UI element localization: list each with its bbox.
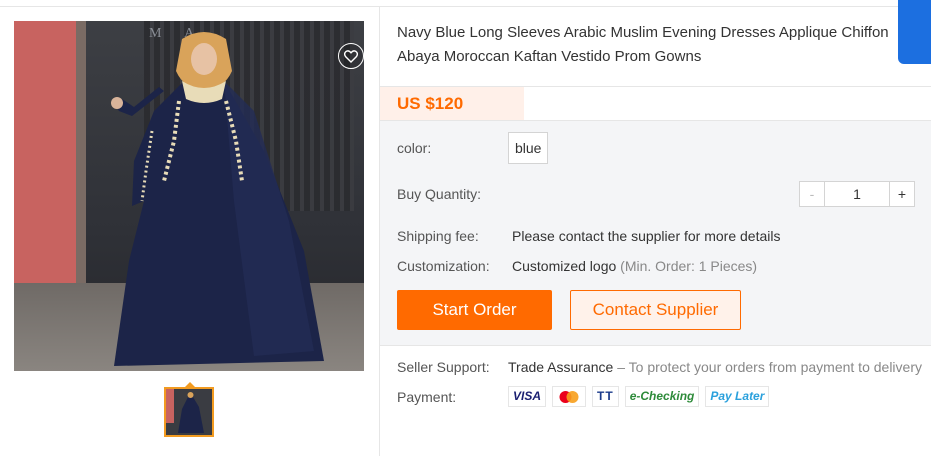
visa-icon: VISA: [508, 386, 547, 407]
side-floating-tab[interactable]: [898, 0, 931, 64]
seller-support-label: Seller Support:: [397, 359, 490, 375]
main-product-image[interactable]: M A: [14, 21, 364, 371]
product-price: US $120: [397, 94, 464, 113]
payment-label: Payment:: [397, 389, 457, 405]
color-label: color:: [397, 140, 432, 156]
product-details-section: color: blue Buy Quantity: - 1 + Shipping…: [380, 120, 931, 346]
customization-label: Customization:: [397, 258, 490, 274]
pay-later-icon: Pay Later: [705, 386, 770, 407]
quantity-label: Buy Quantity:: [397, 186, 482, 202]
quantity-increase-button[interactable]: +: [889, 181, 915, 207]
seller-support-value: Trade Assurance – To protect your orders…: [508, 359, 922, 375]
favorite-heart-icon[interactable]: [338, 43, 364, 69]
thumbnail-image-1[interactable]: [164, 387, 214, 437]
contact-supplier-button[interactable]: Contact Supplier: [570, 290, 741, 330]
start-order-button[interactable]: Start Order: [397, 290, 552, 330]
product-gallery: M A: [0, 7, 380, 456]
shipping-fee-label: Shipping fee:: [397, 228, 479, 244]
customization-min-order: (Min. Order: 1 Pieces): [620, 258, 758, 274]
customization-value: Customized logo (Min. Order: 1 Pieces): [512, 258, 757, 274]
price-bar: US $120: [380, 86, 931, 121]
e-checking-icon: e-Checking: [624, 386, 700, 407]
trade-assurance-note: – To protect your orders from payment to…: [617, 359, 922, 375]
thumbnail-dress-illustration: [166, 389, 212, 435]
payment-methods: VISA TT e-Checking Pay Later: [508, 386, 770, 407]
dress-model-illustration: [111, 32, 324, 366]
product-frame: M A Navy Blue Long Sleeves Arabic Muslim…: [0, 6, 931, 456]
product-info-panel: Navy Blue Long Sleeves Arabic Muslim Eve…: [380, 7, 931, 456]
quantity-input[interactable]: 1: [825, 181, 889, 207]
customization-text: Customized logo: [512, 258, 617, 274]
quantity-stepper: - 1 +: [799, 181, 915, 207]
quantity-decrease-button[interactable]: -: [799, 181, 825, 207]
color-option-blue[interactable]: blue: [508, 132, 549, 164]
shipping-fee-value: Please contact the supplier for more det…: [512, 228, 781, 244]
product-title: Navy Blue Long Sleeves Arabic Muslim Eve…: [397, 24, 889, 65]
trade-assurance-link[interactable]: Trade Assurance: [508, 359, 613, 375]
tt-transfer-icon: TT: [592, 386, 619, 407]
mastercard-icon: [552, 386, 587, 407]
